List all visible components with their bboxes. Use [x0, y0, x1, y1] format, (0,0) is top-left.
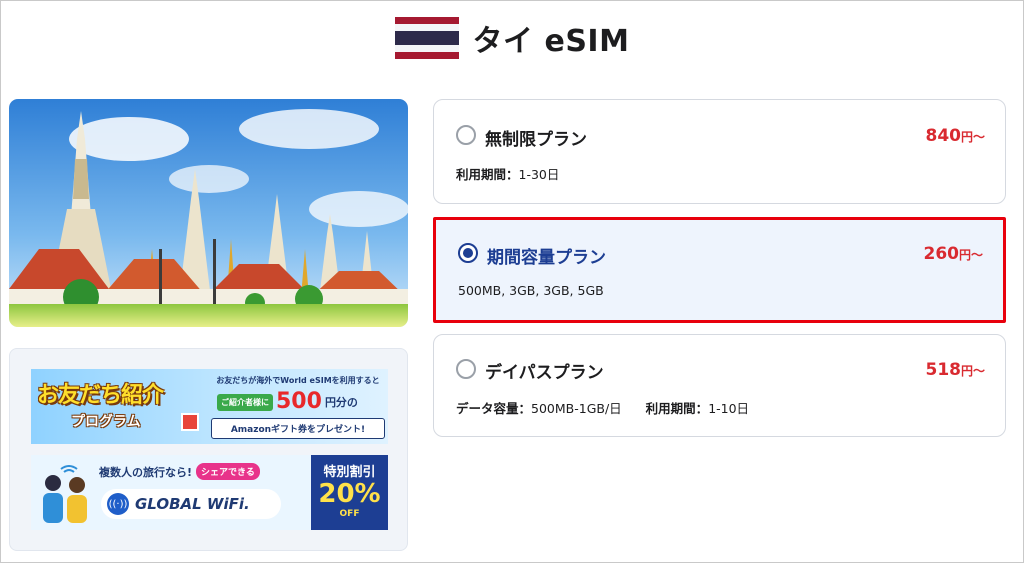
plan-price: 518円～ [925, 360, 985, 380]
plan-radio-period-capacity[interactable] [458, 243, 478, 263]
thailand-flag-icon [394, 17, 459, 59]
plan-detail: 利用期間：1-30日 [456, 167, 560, 182]
wifi-discount-box: 特別割引 20% OFF [311, 455, 388, 530]
gift-box-icon [181, 413, 199, 431]
referral-amount-unit: 円分の [324, 396, 358, 409]
referral-lead-text: お友だちが海外でWorld eSIMを利用すると [216, 376, 380, 385]
plan-option-period-capacity[interactable]: 期間容量プラン 260円～ 500MB, 3GB, 3GB, 5GB [433, 217, 1006, 323]
referral-pill: ご紹介者様に [217, 393, 273, 411]
promo-panel: お友だち紹介 プログラム お友だちが海外でWorld eSIMを利用すると ご紹… [9, 348, 408, 551]
plan-price: 840円～ [925, 126, 985, 146]
page-title: タイ eSIM [472, 24, 630, 59]
travelers-illustration-icon [43, 465, 87, 523]
referral-banner-subtitle: プログラム [71, 414, 141, 430]
wifi-signal-icon: ((·)) [107, 493, 129, 515]
plan-detail: 500MB, 3GB, 3GB, 5GB [458, 283, 604, 298]
plan-detail: データ容量：500MB-1GB/日 利用期間：1-10日 [456, 401, 750, 416]
plan-price: 260円～ [923, 244, 983, 264]
referral-banner-title: お友だち紹介 [37, 383, 164, 408]
wifi-lead-text: 複数人の旅行なら! [99, 465, 193, 479]
global-wifi-logo: ((·)) GLOBAL WiFi. [101, 489, 281, 519]
referral-reward-box: お友だちが海外でWorld eSIMを利用すると ご紹介者様に 500 円分の … [211, 373, 385, 441]
hero-image [9, 99, 408, 327]
plan-name: 期間容量プラン [487, 248, 606, 268]
wifi-discount-lead: 特別割引 [323, 465, 376, 480]
wifi-share-pill: シェアできる [196, 463, 260, 480]
referral-program-banner[interactable]: お友だち紹介 プログラム お友だちが海外でWorld eSIMを利用すると ご紹… [31, 369, 388, 444]
plan-radio-day-pass[interactable] [456, 359, 476, 379]
wifi-discount-off: OFF [339, 508, 360, 519]
plan-option-day-pass[interactable]: デイパスプラン 518円～ データ容量：500MB-1GB/日 利用期間：1-10… [433, 334, 1006, 437]
referral-amount: 500 [276, 389, 322, 414]
plan-option-unlimited[interactable]: 無制限プラン 840円～ 利用期間：1-30日 [433, 99, 1006, 204]
plan-name: 無制限プラン [485, 130, 587, 150]
page-header: タイ eSIM [0, 12, 1024, 64]
referral-reward-text: Amazonギフト券をプレゼント! [211, 418, 385, 439]
wifi-discount-percent: 20% [318, 479, 381, 509]
plan-name: デイパスプラン [485, 363, 604, 383]
global-wifi-banner[interactable]: 複数人の旅行なら! シェアできる ((·)) GLOBAL WiFi. 特別割引… [31, 455, 388, 530]
global-wifi-logo-text: GLOBAL WiFi. [135, 495, 250, 513]
plan-radio-unlimited[interactable] [456, 125, 476, 145]
wifi-banner-lead: 複数人の旅行なら! シェアできる [99, 463, 260, 480]
